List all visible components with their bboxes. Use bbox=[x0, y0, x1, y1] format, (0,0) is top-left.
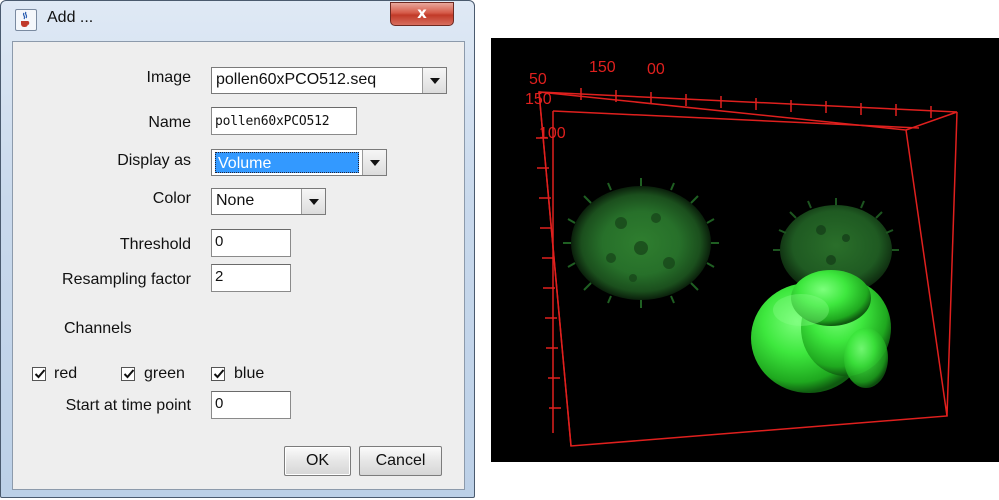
close-button[interactable]: x bbox=[390, 2, 454, 26]
green-channel-label[interactable]: green bbox=[144, 365, 185, 383]
java-cup-icon bbox=[15, 9, 37, 31]
red-channel-label[interactable]: red bbox=[54, 365, 77, 383]
red-channel-checkbox[interactable] bbox=[32, 367, 46, 381]
chevron-down-icon[interactable] bbox=[362, 150, 386, 175]
chevron-down-icon[interactable] bbox=[422, 68, 446, 93]
channels-label: Channels bbox=[64, 320, 132, 337]
resampling-field[interactable]: 2 bbox=[211, 264, 291, 292]
resampling-label: Resampling factor bbox=[62, 271, 191, 288]
chevron-down-icon[interactable] bbox=[301, 189, 325, 214]
green-channel-checkbox[interactable] bbox=[121, 367, 135, 381]
display-as-label: Display as bbox=[117, 152, 191, 169]
title-bar[interactable]: Add ... x bbox=[1, 1, 474, 35]
blue-channel-label[interactable]: blue bbox=[234, 365, 264, 383]
axis-label-100: 100 bbox=[539, 125, 566, 142]
cancel-button[interactable]: Cancel bbox=[359, 446, 442, 476]
volume-viewer[interactable]: 50 150 00 150 100 bbox=[491, 38, 999, 462]
checkmark-icon bbox=[213, 369, 225, 379]
axis-label-150-top: 150 bbox=[589, 59, 616, 76]
threshold-field[interactable]: 0 bbox=[211, 229, 291, 257]
axis-label-150-left: 150 bbox=[525, 91, 552, 108]
name-field[interactable]: pollen60xPCO512 bbox=[211, 107, 357, 135]
blue-channel-checkbox[interactable] bbox=[211, 367, 225, 381]
checkmark-icon bbox=[34, 369, 46, 379]
image-select-value: pollen60xPCO512.seq bbox=[216, 71, 377, 88]
color-select[interactable]: None bbox=[211, 188, 326, 215]
axis-label-50: 50 bbox=[529, 71, 547, 88]
window-title: Add ... bbox=[47, 9, 94, 26]
volume-render[interactable]: 50 150 00 150 100 bbox=[491, 38, 999, 462]
display-as-select[interactable]: Volume bbox=[211, 149, 387, 176]
pollen-grain-bright bbox=[751, 270, 891, 393]
ok-button[interactable]: OK bbox=[284, 446, 351, 476]
checkmark-icon bbox=[123, 369, 135, 379]
threshold-label: Threshold bbox=[119, 236, 191, 253]
image-select[interactable]: pollen60xPCO512.seq bbox=[211, 67, 447, 94]
color-label: Color bbox=[152, 190, 191, 207]
add-dialog: Add ... x Image pollen60xPCO512.seq Name… bbox=[0, 0, 475, 498]
pollen-grain-left bbox=[563, 178, 719, 308]
start-time-label: Start at time point bbox=[65, 397, 191, 414]
color-select-value: None bbox=[216, 192, 255, 209]
name-label: Name bbox=[148, 114, 191, 131]
start-time-field[interactable]: 0 bbox=[211, 391, 291, 419]
axis-label-00: 00 bbox=[647, 61, 665, 78]
image-label: Image bbox=[146, 69, 191, 86]
display-as-value: Volume bbox=[215, 152, 359, 173]
